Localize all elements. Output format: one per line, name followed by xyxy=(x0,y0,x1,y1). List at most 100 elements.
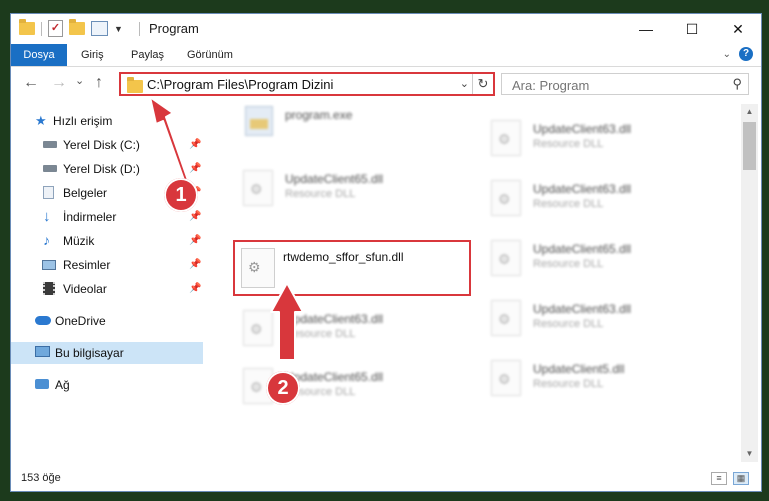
file-type: Resource DLL xyxy=(285,188,356,200)
drive-icon xyxy=(43,165,57,172)
music-icon: ♪ xyxy=(43,232,50,248)
network-icon xyxy=(35,379,49,389)
quick-access-toolbar: ✓ ▼ xyxy=(19,19,123,37)
ribbon-controls: ⌄ ? xyxy=(723,47,753,61)
scroll-down-icon[interactable]: ▼ xyxy=(741,446,758,462)
sidebar-item-label: Resimler xyxy=(63,258,111,272)
minimize-button[interactable]: — xyxy=(623,14,669,44)
file-name: UpdateClient65.dll xyxy=(533,242,632,256)
file-name: UpdateClient63.dll xyxy=(533,302,632,316)
back-arrow-icon[interactable]: ← xyxy=(23,75,39,91)
tab-share[interactable]: Paylaş xyxy=(131,44,164,66)
dll-file-icon xyxy=(243,310,273,346)
file-name: rtwdemo_sffor_sfun.dll xyxy=(283,250,404,264)
title-bar: ✓ ▼ Program — ☐ ✕ xyxy=(11,14,761,44)
dll-file-icon xyxy=(491,300,521,336)
address-bar[interactable]: C:\Program Files\Program Dizini ⌄ ↻ xyxy=(119,72,495,96)
sidebar-item-pictures[interactable]: Resimler 📌 xyxy=(11,254,203,276)
toolbar-divider xyxy=(41,21,42,36)
sidebar-item-label: Hızlı erişim xyxy=(53,114,113,128)
sidebar-item-local-disk-c[interactable]: Yerel Disk (C:) 📌 xyxy=(11,134,203,156)
file-item[interactable]: UpdateClient63.dll Resource DLL xyxy=(481,114,721,164)
file-item[interactable]: UpdateClient65.dll Resource DLL xyxy=(233,164,473,214)
dll-file-icon xyxy=(243,170,273,206)
pin-icon[interactable]: 📌 xyxy=(189,206,201,228)
properties-check-icon[interactable]: ✓ xyxy=(48,20,63,37)
file-type: Resource DLL xyxy=(533,378,604,390)
file-name: UpdateClient63.dll xyxy=(285,312,384,326)
help-icon[interactable]: ? xyxy=(739,47,753,61)
vertical-scrollbar[interactable]: ▲ ▼ xyxy=(741,104,758,462)
search-box[interactable]: ⚲ xyxy=(501,73,749,95)
pin-icon[interactable]: 📌 xyxy=(189,254,201,276)
sidebar-item-label: Müzik xyxy=(63,234,95,248)
file-item[interactable]: UpdateClient63.dll Resource DLL xyxy=(481,294,721,344)
pin-icon[interactable]: 📌 xyxy=(189,278,201,300)
video-icon xyxy=(43,282,55,295)
file-item[interactable]: program.exe xyxy=(233,104,473,154)
file-type: Resource DLL xyxy=(533,318,604,330)
file-name: program.exe xyxy=(285,108,353,122)
file-item[interactable]: UpdateClient63.dll Resource DLL xyxy=(233,304,473,354)
documents-icon xyxy=(43,186,54,199)
drive-icon xyxy=(43,141,57,148)
tab-view[interactable]: Görünüm xyxy=(187,44,233,66)
file-item-highlighted[interactable]: rtwdemo_sffor_sfun.dll xyxy=(233,240,471,296)
file-name: UpdateClient5.dll xyxy=(533,362,625,376)
step-2-badge: 2 xyxy=(266,371,300,405)
address-dropdown-chevron-icon[interactable]: ⌄ xyxy=(460,77,469,90)
sidebar-item-network[interactable]: Ağ xyxy=(11,374,203,396)
sidebar-item-music[interactable]: ♪ Müzik 📌 xyxy=(11,230,203,252)
pictures-icon xyxy=(42,260,56,270)
details-view-icon[interactable]: ≡ xyxy=(711,472,727,485)
scrollbar-thumb[interactable] xyxy=(743,122,756,170)
navigation-pane: ★ Hızlı erişim Yerel Disk (C:) 📌 Yerel D… xyxy=(11,104,207,464)
large-icons-view-icon[interactable]: ▦ xyxy=(733,472,749,485)
pin-icon[interactable]: 📌 xyxy=(189,158,201,180)
file-name: UpdateClient65.dll xyxy=(285,172,384,186)
refresh-icon[interactable]: ↻ xyxy=(472,74,493,94)
sidebar-item-local-disk-d[interactable]: Yerel Disk (D:) 📌 xyxy=(11,158,203,180)
cloud-icon xyxy=(35,316,51,325)
recent-locations-chevron-icon[interactable]: ⌄ xyxy=(75,73,84,89)
address-path[interactable]: C:\Program Files\Program Dizini xyxy=(147,77,333,92)
search-icon[interactable]: ⚲ xyxy=(732,76,742,92)
scroll-up-icon[interactable]: ▲ xyxy=(741,104,758,120)
sidebar-item-label: Belgeler xyxy=(63,186,108,200)
status-bar: 153 öğe ≡ ▦ xyxy=(11,468,761,490)
dll-file-icon xyxy=(241,248,275,288)
file-type: Resource DLL xyxy=(533,258,604,270)
search-input[interactable] xyxy=(510,75,724,95)
sidebar-item-videos[interactable]: Videolar 📌 xyxy=(11,278,203,300)
download-icon: ↓ xyxy=(43,208,51,225)
forward-arrow-icon[interactable]: → xyxy=(51,75,67,91)
step-1-badge: 1 xyxy=(164,178,198,212)
file-item[interactable]: UpdateClient63.dll Resource DLL xyxy=(481,174,721,224)
folder-icon[interactable] xyxy=(19,19,35,35)
up-arrow-icon[interactable]: ↑ xyxy=(95,75,103,91)
window-title: Program xyxy=(149,21,199,36)
expand-ribbon-chevron-icon[interactable]: ⌄ xyxy=(723,49,731,60)
pin-icon[interactable]: 📌 xyxy=(189,230,201,252)
file-item[interactable]: UpdateClient5.dll Resource DLL xyxy=(481,354,721,404)
file-item[interactable]: UpdateClient65.dll Resource DLL xyxy=(481,234,721,284)
customize-toolbar-chevron-icon[interactable]: ▼ xyxy=(114,24,123,34)
close-button[interactable]: ✕ xyxy=(715,14,761,44)
sidebar-item-quick-access[interactable]: ★ Hızlı erişim xyxy=(11,110,203,132)
file-type: Resource DLL xyxy=(533,198,604,210)
file-list: program.exe UpdateClient65.dll Resource … xyxy=(217,104,741,462)
sidebar-item-this-pc[interactable]: Bu bilgisayar xyxy=(11,342,203,364)
pin-icon[interactable]: 📌 xyxy=(189,134,201,156)
tab-home[interactable]: Giriş xyxy=(81,44,104,66)
tab-file[interactable]: Dosya xyxy=(11,44,67,66)
executable-icon xyxy=(245,106,273,136)
sidebar-item-onedrive[interactable]: OneDrive xyxy=(11,310,203,332)
properties-icon[interactable] xyxy=(91,21,108,36)
computer-icon xyxy=(35,346,50,357)
sidebar-item-label: Ağ xyxy=(55,378,70,392)
navigation-bar: ← → ⌄ ↑ C:\Program Files\Program Dizini … xyxy=(11,67,761,101)
sidebar-item-label: Bu bilgisayar xyxy=(55,346,124,360)
maximize-button[interactable]: ☐ xyxy=(669,14,715,44)
new-folder-icon[interactable] xyxy=(69,19,85,35)
item-count: 153 öğe xyxy=(21,472,61,484)
